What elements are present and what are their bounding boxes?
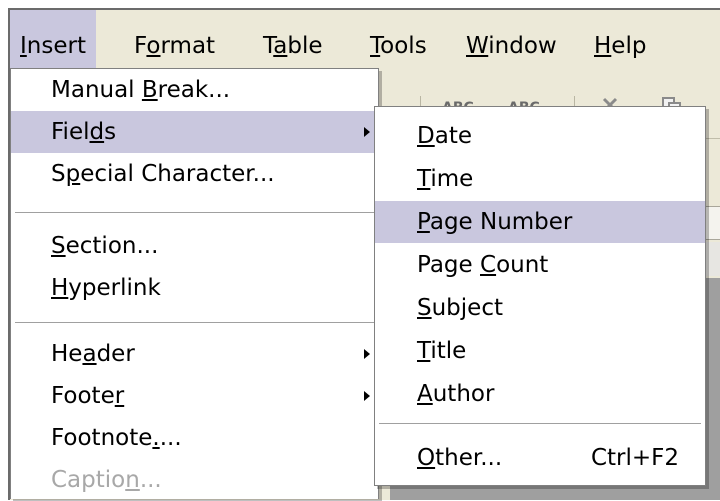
submenu-arrow-icon xyxy=(364,349,370,359)
shortcut-label: Ctrl+F2 xyxy=(590,445,679,471)
menu-item-mnemonic: P xyxy=(417,209,430,235)
menu-item-page-number[interactable]: Page Number xyxy=(375,201,705,243)
submenu-arrow-icon xyxy=(364,391,370,401)
menu-item-text: S xyxy=(51,161,66,187)
menu-item-text: ecial Character... xyxy=(80,161,275,187)
menu-item-subject[interactable]: Subject xyxy=(375,287,705,329)
menu-insert-rest: nsert xyxy=(26,33,86,59)
fields-submenu: Date Time Page Number Page Count Subject… xyxy=(374,106,706,486)
menu-item-mnemonic: . xyxy=(152,425,160,451)
menu-item-text: ate xyxy=(434,123,472,149)
submenu-arrow-icon xyxy=(364,127,370,137)
menu-item-author[interactable]: Author xyxy=(375,373,705,415)
menu-item-text: ther... xyxy=(435,445,503,471)
menu-item-text: Foote xyxy=(51,383,115,409)
menu-item-mnemonic: H xyxy=(51,275,69,301)
menu-item-other[interactable]: Other... Ctrl+F2 xyxy=(375,437,705,479)
menu-item-page-count[interactable]: Page Count xyxy=(375,244,705,286)
menu-item-mnemonic: T xyxy=(417,338,431,364)
menu-item-text: yperlink xyxy=(68,275,161,301)
menu-item-mnemonic: n xyxy=(125,467,140,493)
menu-item-mnemonic: C xyxy=(480,252,497,278)
menu-item-text: der xyxy=(96,341,135,367)
menu-item-text: Footnote xyxy=(51,425,153,451)
menu-item-mnemonic: D xyxy=(417,123,435,149)
menu-item-text: Manual xyxy=(51,77,142,103)
menu-item-mnemonic: A xyxy=(417,381,433,407)
menu-item-mnemonic: S xyxy=(417,295,432,321)
menu-item-mnemonic: p xyxy=(65,161,81,187)
menu-item-text: Fiel xyxy=(51,119,90,145)
menu-item-mnemonic: O xyxy=(417,445,436,471)
menu-item-section[interactable]: Section... xyxy=(11,225,378,267)
menu-item-mnemonic: a xyxy=(82,341,97,367)
menu-item-mnemonic: r xyxy=(114,383,125,409)
insert-menu-dropdown: Manual Break... Fields Special Character… xyxy=(10,68,379,499)
menu-table-post: ble xyxy=(287,33,323,59)
menu-item-text: ... xyxy=(139,467,162,493)
menu-window[interactable]: Window xyxy=(456,10,567,78)
menu-item-special-character[interactable]: Special Character... xyxy=(11,153,378,195)
menu-item-text: ount xyxy=(496,252,549,278)
menu-item-mnemonic: d xyxy=(89,119,105,145)
menu-item-text: He xyxy=(51,341,83,367)
menu-item-footer[interactable]: Footer xyxy=(11,375,378,417)
menu-item-footnote[interactable]: Footnote.... xyxy=(11,417,378,459)
menu-item-text: reak... xyxy=(157,77,231,103)
menu-table-pre: T xyxy=(263,33,274,59)
menu-separator xyxy=(379,423,701,424)
menu-item-text: s xyxy=(104,119,117,145)
menu-help[interactable]: Help xyxy=(584,10,656,78)
menu-item-time[interactable]: Time xyxy=(375,158,705,200)
menu-item-text: uthor xyxy=(432,381,495,407)
menu-help-post: elp xyxy=(611,33,647,59)
menu-item-hyperlink[interactable]: Hyperlink xyxy=(11,267,378,309)
menu-item-text: ... xyxy=(159,425,182,451)
menu-item-caption: Caption... xyxy=(11,459,378,501)
menu-item-mnemonic: S xyxy=(51,233,66,259)
menu-format-pre: F xyxy=(134,33,147,59)
menu-item-text: age Number xyxy=(429,209,573,235)
menu-item-text: ime xyxy=(430,166,474,192)
menu-window-post: indow xyxy=(488,33,557,59)
menu-item-text: Page xyxy=(417,252,480,278)
menu-item-text: ubject xyxy=(431,295,503,321)
menu-item-mnemonic: T xyxy=(417,166,431,192)
menu-separator xyxy=(15,212,374,213)
menu-item-header[interactable]: Header xyxy=(11,333,378,375)
menu-item-title[interactable]: Title xyxy=(375,330,705,372)
menu-separator xyxy=(15,322,374,323)
menu-item-text: ection... xyxy=(65,233,159,259)
menu-item-date[interactable]: Date xyxy=(375,115,705,157)
menu-item-fields[interactable]: Fields xyxy=(11,111,378,153)
menu-item-mnemonic: B xyxy=(141,77,158,103)
menu-format-post: rmat xyxy=(160,33,216,59)
menu-item-text: Captio xyxy=(51,467,126,493)
menu-item-text: itle xyxy=(430,338,467,364)
menu-item-manual-break[interactable]: Manual Break... xyxy=(11,69,378,111)
menu-tools-post: ools xyxy=(380,33,427,59)
